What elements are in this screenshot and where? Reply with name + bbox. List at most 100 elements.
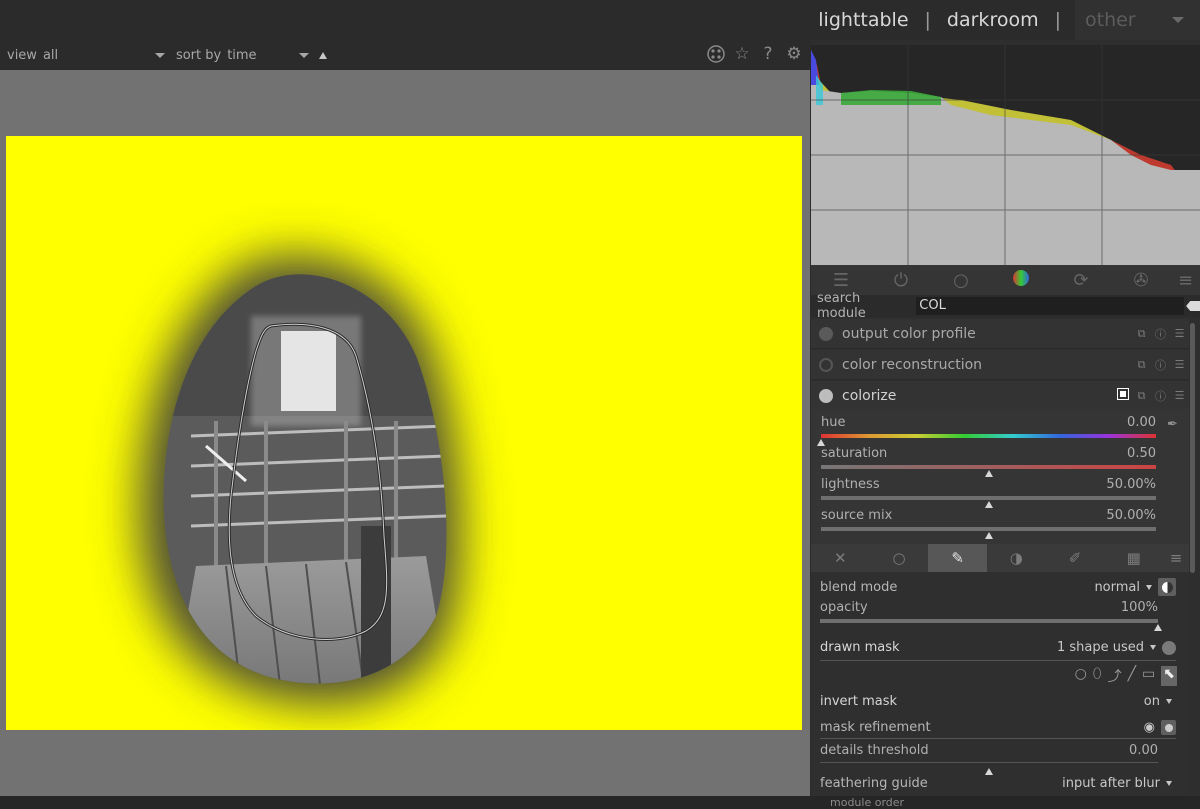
clear-search-icon[interactable] bbox=[1186, 301, 1200, 311]
masked-photo bbox=[6, 136, 802, 730]
view-lighttable[interactable]: lighttable bbox=[816, 9, 910, 31]
base-icon[interactable]: ○ bbox=[931, 270, 991, 291]
mask-indicator-icon[interactable] bbox=[1113, 389, 1132, 402]
edit-shapes-icon[interactable]: ⬉ bbox=[1161, 666, 1177, 686]
hue-slider[interactable]: hue 0.00 bbox=[817, 415, 1156, 446]
presets-icon[interactable]: ⧉ bbox=[1132, 358, 1151, 372]
effect-icon[interactable]: ✇ bbox=[1111, 270, 1171, 291]
power-icon[interactable] bbox=[819, 357, 833, 372]
raster-mask-icon[interactable]: ▦ bbox=[1104, 544, 1163, 572]
lightness-value: 50.00% bbox=[1106, 477, 1156, 492]
ellipse-shape-icon[interactable]: ⬯ bbox=[1093, 666, 1102, 686]
presets-icon[interactable]: ⧉ bbox=[1132, 389, 1151, 403]
module-colorize[interactable]: colorize ⧉ ⓘ ☰ bbox=[811, 381, 1189, 411]
lightness-slider[interactable]: lightness 50.00% bbox=[821, 477, 1156, 508]
reset-icon[interactable]: ⓘ bbox=[1151, 357, 1170, 373]
lightness-track[interactable] bbox=[821, 496, 1156, 508]
source-mix-track[interactable] bbox=[821, 527, 1156, 539]
view-darkroom[interactable]: darkroom bbox=[945, 9, 1041, 31]
saturation-slider[interactable]: saturation 0.50 bbox=[821, 446, 1156, 477]
menu-icon[interactable]: ☰ bbox=[1170, 327, 1189, 340]
color-picker-icon[interactable]: ✒ bbox=[1167, 417, 1181, 432]
blend-uniform-icon[interactable]: ○ bbox=[870, 544, 929, 572]
blend-mode-row[interactable]: blend mode normal bbox=[820, 578, 1176, 596]
show-mask-icon[interactable] bbox=[1162, 640, 1176, 655]
search-module-input[interactable]: COL bbox=[916, 297, 1185, 315]
sort-order-icon[interactable] bbox=[319, 51, 328, 59]
source-mix-slider[interactable]: source mix 50.00% bbox=[821, 508, 1156, 539]
display-mask-icon[interactable] bbox=[1161, 720, 1176, 735]
details-threshold-marker bbox=[985, 768, 993, 775]
saturation-value: 0.50 bbox=[1127, 446, 1156, 461]
center-canvas[interactable] bbox=[0, 70, 810, 796]
quick-access-icon[interactable]: ☰ bbox=[811, 270, 871, 291]
blend-polarity-icon[interactable] bbox=[1158, 578, 1176, 596]
drawn-parametric-icon[interactable]: ✐ bbox=[1046, 544, 1105, 572]
source-mix-label: source mix bbox=[821, 508, 893, 523]
drawn-mask-row[interactable]: drawn mask 1 shape used bbox=[820, 640, 1176, 655]
opacity-label: opacity bbox=[820, 600, 868, 615]
opacity-track[interactable] bbox=[820, 619, 1162, 631]
menu-icon[interactable]: ☰ bbox=[1170, 358, 1189, 371]
color-icon[interactable] bbox=[991, 269, 1051, 292]
view-separator: | bbox=[924, 9, 931, 31]
saturation-label: saturation bbox=[821, 446, 888, 461]
menu-icon[interactable]: ≡ bbox=[1163, 544, 1189, 572]
details-threshold-label: details threshold bbox=[820, 743, 929, 758]
blend-off-icon[interactable]: ✕ bbox=[811, 544, 870, 572]
search-module-row: search module COL bbox=[811, 291, 1200, 321]
mask-refinement-row[interactable]: mask refinement ◉ bbox=[820, 720, 1176, 735]
invert-mask-row[interactable]: invert mask on bbox=[820, 694, 1172, 709]
lightness-label: lightness bbox=[821, 477, 880, 492]
chevron-down-icon bbox=[1146, 584, 1152, 590]
star-icon[interactable]: ☆ bbox=[732, 44, 752, 64]
histogram[interactable] bbox=[811, 45, 1200, 265]
hue-value: 0.00 bbox=[1127, 415, 1156, 430]
power-icon[interactable] bbox=[819, 326, 833, 341]
details-threshold-track[interactable] bbox=[820, 762, 1158, 775]
circle-shape-icon[interactable]: ○ bbox=[1075, 666, 1087, 686]
module-color-reconstruction[interactable]: color reconstruction ⧉ ⓘ ☰ bbox=[811, 350, 1189, 380]
active-modules-icon[interactable]: ⏻ bbox=[871, 270, 931, 291]
chevron-down-icon bbox=[1172, 17, 1184, 23]
opacity-slider[interactable]: opacity 100% bbox=[820, 600, 1162, 631]
chevron-down-icon bbox=[1166, 699, 1172, 704]
gradient-shape-icon[interactable]: ▭ bbox=[1142, 666, 1155, 686]
module-name: output color profile bbox=[842, 325, 976, 342]
opacity-marker bbox=[1154, 624, 1162, 631]
details-threshold-slider[interactable]: details threshold 0.00 bbox=[820, 743, 1158, 775]
saturation-track[interactable] bbox=[821, 465, 1156, 477]
divider bbox=[820, 738, 1176, 739]
brush-shape-icon[interactable]: ╱ bbox=[1128, 666, 1136, 686]
chevron-down-icon bbox=[154, 53, 165, 58]
parametric-mask-icon[interactable]: ◑ bbox=[987, 544, 1046, 572]
source-mix-marker bbox=[984, 532, 993, 539]
gear-icon[interactable]: ⚙ bbox=[784, 44, 804, 64]
view-other-dropdown[interactable]: other bbox=[1075, 0, 1200, 40]
hue-track[interactable] bbox=[817, 434, 1156, 446]
panel-scrollbar[interactable] bbox=[1190, 323, 1195, 573]
help-icon[interactable]: ? bbox=[758, 44, 778, 64]
filter-bar-icons: ☆ ? ⚙ bbox=[706, 44, 804, 64]
power-icon[interactable] bbox=[819, 388, 833, 403]
view-separator: | bbox=[1054, 9, 1061, 31]
view-filter-label: view bbox=[7, 47, 37, 63]
drawn-mask-icon[interactable]: ✎ bbox=[928, 544, 988, 572]
menu-icon[interactable]: ☰ bbox=[1170, 389, 1189, 402]
menu-icon[interactable]: ≡ bbox=[1171, 270, 1200, 291]
reset-icon[interactable]: ⓘ bbox=[1151, 388, 1170, 404]
feathering-guide-row[interactable]: feathering guide input after blur bbox=[820, 776, 1172, 791]
module-output-color-profile[interactable]: output color profile ⧉ ⓘ ☰ bbox=[811, 319, 1189, 349]
presets-icon[interactable] bbox=[706, 44, 726, 64]
path-shape-icon[interactable]: ⤴ bbox=[1108, 666, 1122, 686]
presets-icon[interactable]: ⧉ bbox=[1132, 327, 1151, 341]
image-preview[interactable] bbox=[6, 136, 802, 730]
view-filter-select[interactable]: all bbox=[43, 44, 169, 66]
sort-select[interactable]: time bbox=[227, 44, 313, 66]
correct-icon[interactable]: ⟳ bbox=[1051, 270, 1111, 291]
reset-icon[interactable]: ⓘ bbox=[1151, 326, 1170, 342]
eye-icon[interactable]: ◉ bbox=[1144, 720, 1155, 735]
invert-mask-label: invert mask bbox=[820, 694, 898, 709]
chevron-down-icon bbox=[1150, 645, 1156, 650]
invert-mask-value: on bbox=[1143, 694, 1160, 709]
